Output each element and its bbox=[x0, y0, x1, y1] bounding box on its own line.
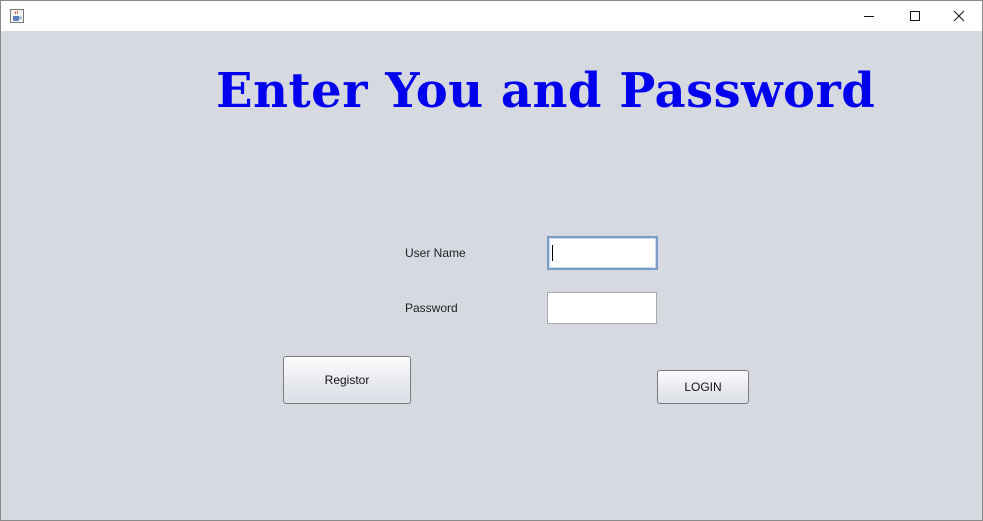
maximize-icon bbox=[910, 11, 920, 21]
password-label: Password bbox=[405, 301, 458, 315]
close-icon bbox=[953, 10, 965, 22]
username-label: User Name bbox=[405, 246, 466, 260]
minimize-button[interactable] bbox=[846, 1, 892, 31]
username-field[interactable] bbox=[547, 236, 658, 270]
title-bar[interactable] bbox=[1, 1, 982, 31]
maximize-button[interactable] bbox=[892, 1, 938, 31]
close-button[interactable] bbox=[936, 1, 982, 31]
minimize-icon bbox=[864, 16, 874, 17]
java-coffee-cup-icon[interactable] bbox=[10, 8, 24, 23]
register-button[interactable]: Registor bbox=[283, 356, 411, 404]
password-field[interactable] bbox=[547, 292, 657, 324]
page-title: Enter You and Password bbox=[216, 63, 876, 119]
login-button[interactable]: LOGIN bbox=[657, 370, 749, 404]
text-caret bbox=[552, 245, 553, 261]
app-window: Enter You and Password User Name Passwor… bbox=[0, 0, 983, 521]
login-panel: Enter You and Password User Name Passwor… bbox=[1, 31, 982, 520]
